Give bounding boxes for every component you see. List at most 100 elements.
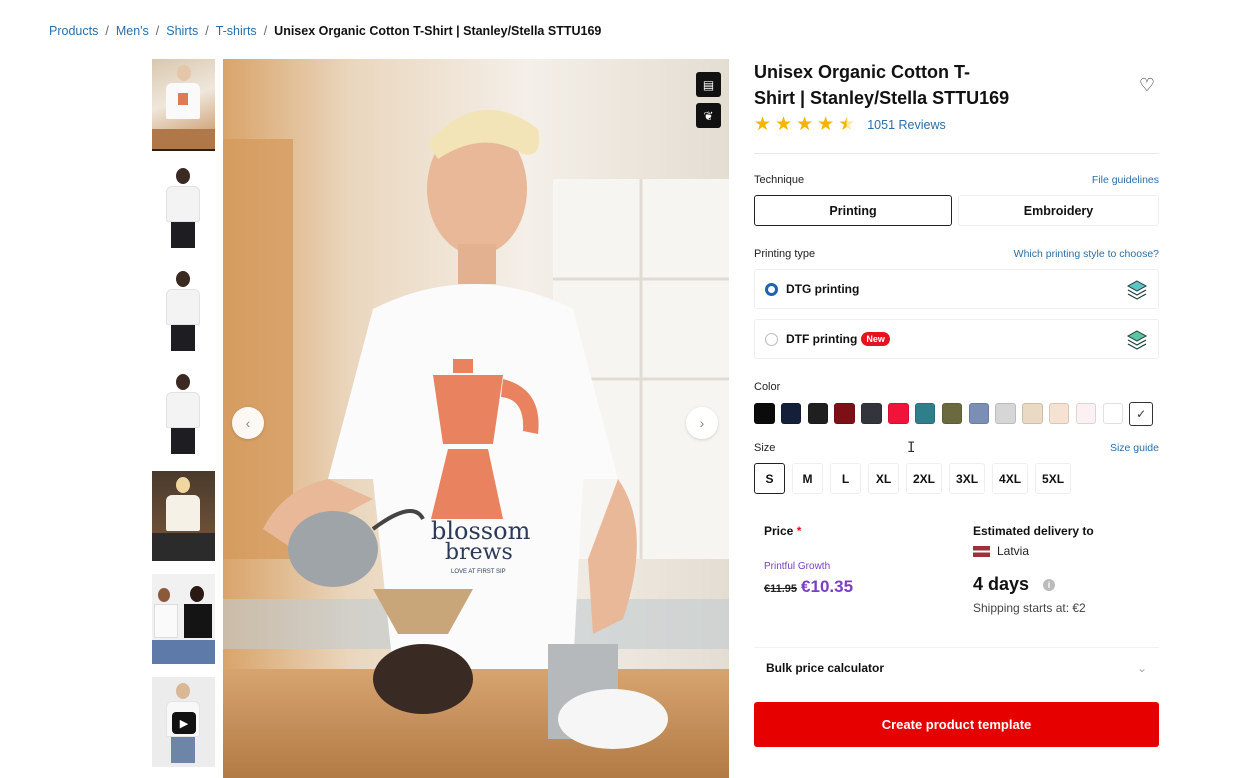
product-title: Unisex Organic Cotton T- Shirt | Stanley… xyxy=(754,59,1034,111)
thumbnail-3[interactable] xyxy=(152,265,215,355)
thumbnail-1[interactable] xyxy=(152,59,215,151)
reviews-link[interactable]: 1051 Reviews xyxy=(867,118,946,132)
size-3xl-button[interactable]: 3XL xyxy=(949,463,986,494)
color-swatch[interactable] xyxy=(1048,403,1070,424)
technique-label: Technique xyxy=(754,174,805,186)
breadcrumb-separator: / xyxy=(263,24,268,38)
ruler-icon[interactable]: ▤ xyxy=(696,72,721,97)
product-details-panel: Unisex Organic Cotton T- Shirt | Stanley… xyxy=(754,59,1159,747)
delivery-label: Estimated delivery to xyxy=(973,524,1094,538)
old-price: €11.95 xyxy=(764,583,798,595)
layers-icon xyxy=(1126,280,1148,300)
product-title-line1: Unisex Organic Cotton T- xyxy=(754,62,971,82)
breadcrumb-current: Unisex Organic Cotton T-Shirt | Stanley/… xyxy=(274,24,602,38)
color-swatches: ✓ xyxy=(754,402,1159,426)
color-swatch[interactable] xyxy=(941,403,963,424)
size-s-button[interactable]: S xyxy=(754,463,785,494)
thumbnail-2[interactable] xyxy=(152,162,215,252)
color-swatch[interactable] xyxy=(861,403,882,424)
create-product-template-button[interactable]: Create product template xyxy=(754,702,1159,747)
divider xyxy=(754,153,1159,154)
size-m-button[interactable]: M xyxy=(792,463,823,494)
delivery-country[interactable]: Latvia xyxy=(973,544,1159,558)
star-icon: ★ xyxy=(796,114,814,135)
size-header: Size Size guide xyxy=(754,442,1159,454)
size-5xl-button[interactable]: 5XL xyxy=(1035,463,1072,494)
heart-icon[interactable]: ♡ xyxy=(1137,75,1157,95)
leaf-icon[interactable]: ❦ xyxy=(696,103,721,128)
printing-style-link[interactable]: Which printing style to choose? xyxy=(1014,248,1159,260)
breadcrumb: Products / Men's / Shirts / T-shirts / U… xyxy=(49,24,601,38)
price-column: Price * Printful Growth €11.95 €10.35 xyxy=(754,524,973,615)
star-icon: ★ xyxy=(817,114,835,135)
thumbnail-gallery: ▶ xyxy=(152,59,215,778)
printing-type-header: Printing type Which printing style to ch… xyxy=(754,248,1159,260)
shirt-print-line2: brews xyxy=(445,540,513,565)
dtg-radio[interactable] xyxy=(765,282,778,296)
size-2xl-button[interactable]: 2XL xyxy=(906,463,943,494)
technique-options: Printing Embroidery xyxy=(754,195,1159,226)
shipping-info: Shipping starts at: €2 xyxy=(973,601,1086,615)
technique-embroidery-button[interactable]: Embroidery xyxy=(958,195,1159,226)
half-star-icon: ★ xyxy=(838,114,856,135)
delivery-days-text: 4 days xyxy=(973,574,1030,594)
dtf-printing-option[interactable]: DTF printing New xyxy=(754,319,1159,359)
color-swatch[interactable] xyxy=(995,403,1016,424)
color-swatch[interactable] xyxy=(1022,403,1043,424)
color-swatch[interactable] xyxy=(780,403,802,424)
next-image-button[interactable]: › xyxy=(686,407,718,439)
breadcrumb-separator: / xyxy=(155,24,160,38)
dtg-printing-option[interactable]: DTG printing xyxy=(754,269,1159,309)
thumbnail-video[interactable]: ▶ xyxy=(152,677,215,767)
color-swatch[interactable] xyxy=(914,403,936,424)
color-swatch[interactable] xyxy=(968,403,990,424)
size-l-button[interactable]: L xyxy=(830,463,861,494)
thumbnail-5[interactable] xyxy=(152,471,215,561)
rating: ★ ★ ★ ★ ★ 1051 Reviews xyxy=(754,115,1159,135)
size-guide-link[interactable]: Size guide xyxy=(1110,442,1159,454)
breadcrumb-shirts[interactable]: Shirts xyxy=(166,24,198,38)
breadcrumb-mens[interactable]: Men's xyxy=(116,24,149,38)
thumbnail-4[interactable] xyxy=(152,368,215,458)
technique-printing-button[interactable]: Printing xyxy=(754,195,952,226)
play-icon: ▶ xyxy=(172,712,196,734)
price-delivery-block: Price * Printful Growth €11.95 €10.35 Es… xyxy=(754,524,1159,615)
size-label: Size xyxy=(754,442,776,454)
color-swatch[interactable] xyxy=(888,403,909,424)
price-label-text: Price xyxy=(764,524,794,538)
dtf-radio[interactable] xyxy=(765,332,778,346)
new-price: €10.35 xyxy=(801,577,854,596)
breadcrumb-products[interactable]: Products xyxy=(49,24,98,38)
info-icon[interactable]: i xyxy=(1043,578,1056,591)
thumbnail-6[interactable] xyxy=(152,574,215,664)
color-label: Color xyxy=(754,381,781,393)
size-4xl-button[interactable]: 4XL xyxy=(992,463,1029,494)
color-swatch[interactable] xyxy=(754,403,775,424)
country-name: Latvia xyxy=(997,544,1030,558)
color-swatch[interactable] xyxy=(807,403,829,424)
hero-illustration: blossom brews LOVE AT FIRST SIP xyxy=(223,59,729,778)
bulk-price-calculator[interactable]: Bulk price calculator ⌄ xyxy=(754,647,1159,687)
color-swatch-selected[interactable]: ✓ xyxy=(1129,402,1153,426)
breadcrumb-tshirts[interactable]: T-shirts xyxy=(216,24,257,38)
prev-image-button[interactable]: ‹ xyxy=(232,407,264,439)
star-icon: ★ xyxy=(754,114,772,135)
file-guidelines-link[interactable]: File guidelines xyxy=(1092,174,1159,186)
color-swatch[interactable] xyxy=(1102,403,1124,424)
color-swatch[interactable] xyxy=(834,403,855,424)
breadcrumb-separator: / xyxy=(205,24,209,38)
dtg-label: DTG printing xyxy=(786,282,860,296)
new-badge: New xyxy=(861,332,890,346)
bulk-label: Bulk price calculator xyxy=(766,660,885,675)
product-main-image: blossom brews LOVE AT FIRST SIP ▤ ❦ ‹ › xyxy=(223,59,729,778)
color-header: Color xyxy=(754,381,1159,393)
latvia-flag-icon xyxy=(973,545,990,557)
technique-header: Technique File guidelines xyxy=(754,174,1159,186)
color-swatch[interactable] xyxy=(1075,403,1097,424)
product-title-line2: Shirt | Stanley/Stella STTU169 xyxy=(754,88,1010,108)
breadcrumb-separator: / xyxy=(105,24,109,38)
dtf-label: DTF printing xyxy=(786,332,858,346)
size-xl-button[interactable]: XL xyxy=(868,463,899,494)
prices: €11.95 €10.35 xyxy=(764,577,973,597)
star-icon: ★ xyxy=(775,114,793,135)
